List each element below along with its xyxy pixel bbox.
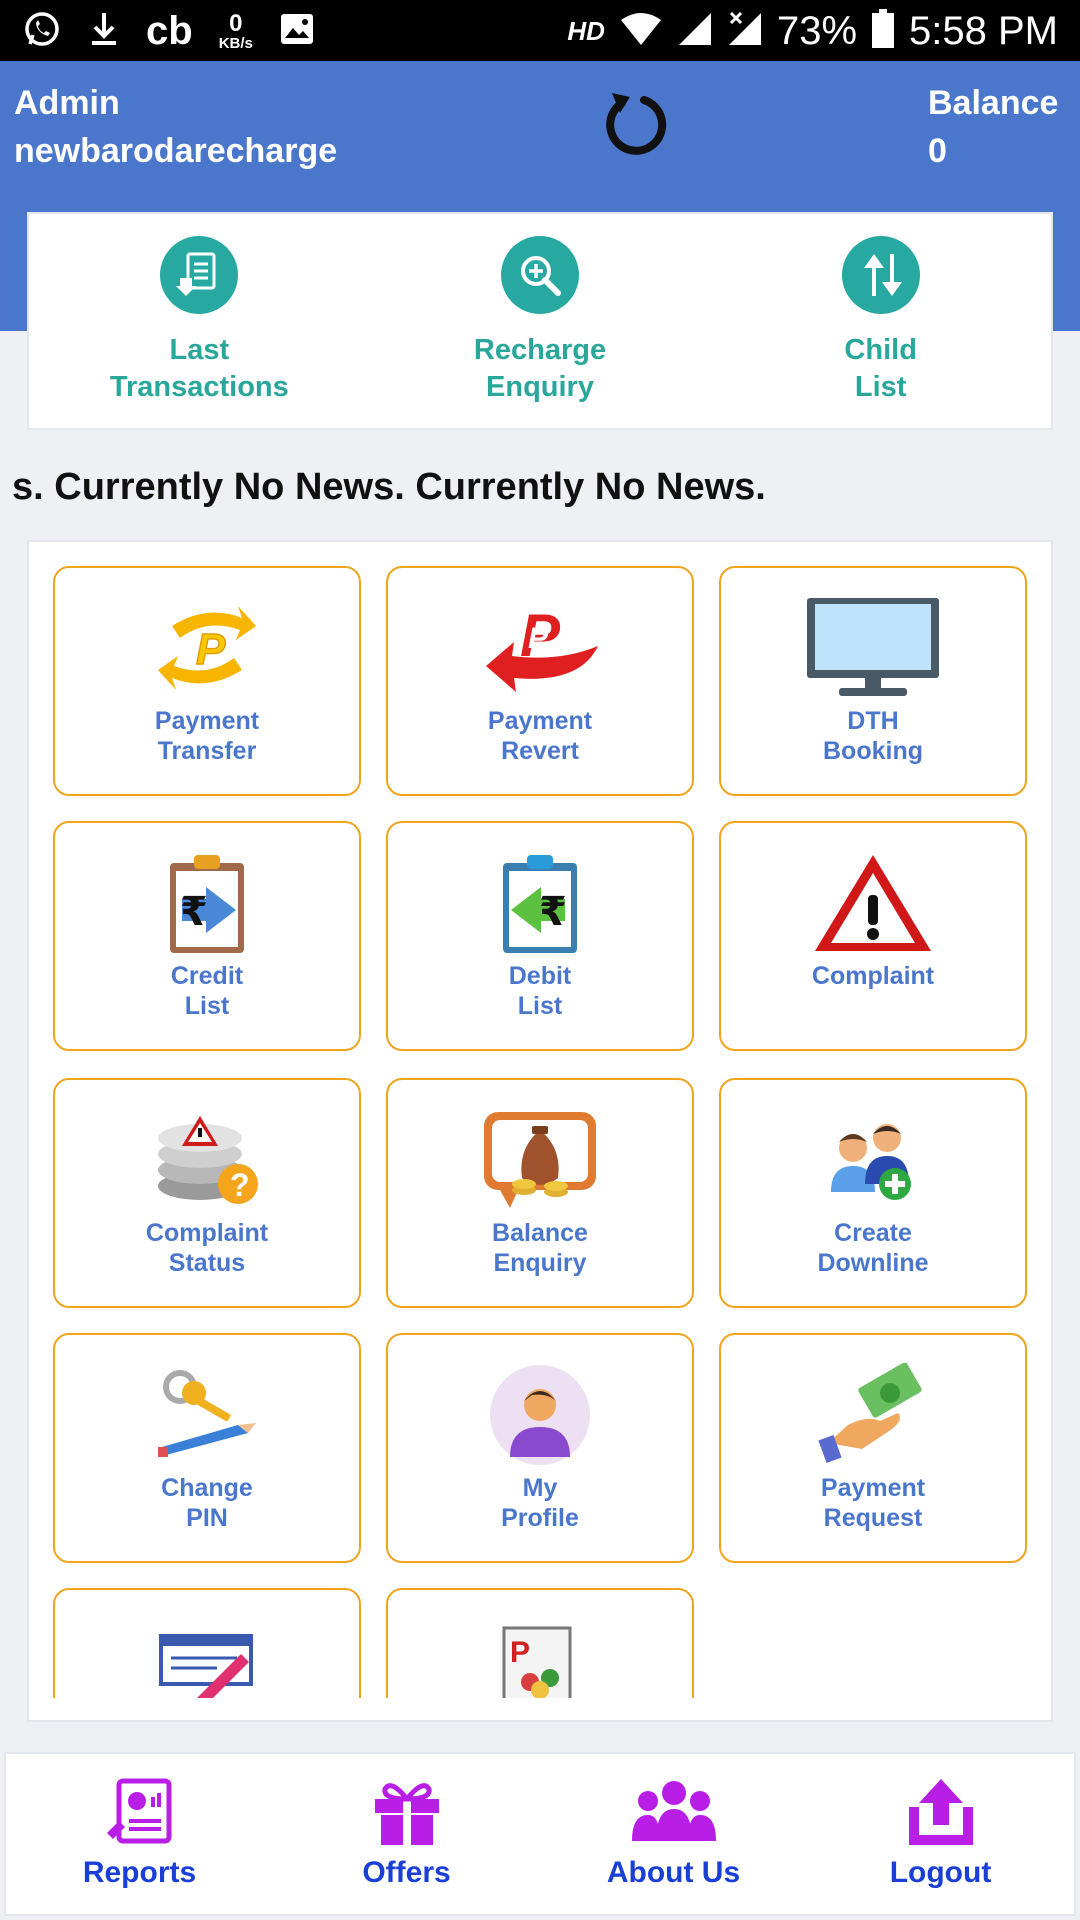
child-list-button[interactable]: Child List <box>710 214 1051 428</box>
user-role: Admin <box>14 84 120 122</box>
recharge-enquiry-button[interactable]: Recharge Enquiry <box>370 214 711 428</box>
tile-label: My Profile <box>501 1474 579 1532</box>
svg-text:P: P <box>196 625 226 674</box>
speed-unit: KB/s <box>218 34 253 52</box>
balance-value: 0 <box>928 132 947 170</box>
cheque-pen-icon <box>137 1618 277 1698</box>
cb-icon: cb <box>146 8 193 53</box>
add-users-icon <box>803 1108 943 1212</box>
hand-cash-icon <box>803 1363 943 1467</box>
tile-label: Complaint <box>811 962 935 990</box>
gift-icon <box>365 1774 449 1850</box>
credit-list-tile[interactable]: ₹ Credit List <box>53 821 361 1051</box>
nav-label: About Us <box>606 1856 741 1889</box>
refresh-button[interactable] <box>598 87 670 159</box>
payment-users-tile[interactable]: P <box>386 1588 694 1698</box>
tile-label: Payment Request <box>820 1474 926 1532</box>
nav-label: Reports <box>82 1856 197 1889</box>
battery-percent: 73% <box>776 8 858 53</box>
speed-value: 0 <box>229 9 243 37</box>
payment-revert-tile[interactable]: PP Payment Revert <box>386 566 694 796</box>
payment-revert-icon: PP <box>470 596 610 700</box>
up-down-arrows-icon <box>841 236 920 314</box>
svg-text:₹: ₹ <box>180 889 208 935</box>
svg-text:P: P <box>510 1636 530 1669</box>
tile-label: Balance Enquiry <box>492 1219 588 1277</box>
nav-label: Offers <box>362 1856 451 1889</box>
upload-icon <box>899 1774 983 1850</box>
report-icon <box>98 1774 182 1850</box>
create-downline-tile[interactable]: Create Downline <box>719 1078 1027 1308</box>
svg-text:?: ? <box>230 1167 250 1203</box>
news-text: s. Currently No News. Currently No News. <box>12 466 766 508</box>
services-grid: P Payment Transfer PP Payment Revert DTH Bo… <box>27 540 1053 1722</box>
quick-action-label: Recharge Enquiry <box>473 334 607 403</box>
my-profile-tile[interactable]: My Profile <box>386 1333 694 1563</box>
signal-no-data-icon <box>727 11 763 52</box>
monitor-icon <box>803 596 943 700</box>
payment-users-icon: P <box>470 1618 610 1698</box>
tile-label: Complaint Status <box>145 1219 269 1277</box>
quick-action-label: Last Transactions <box>109 334 289 403</box>
complaint-tile[interactable]: Complaint <box>719 821 1027 1051</box>
nav-offers[interactable]: Offers <box>273 1754 540 1914</box>
clock: 5:58 PM <box>909 8 1058 53</box>
payment-request-tile[interactable]: Payment Request <box>719 1333 1027 1563</box>
debit-list-tile[interactable]: ₹ Debit List <box>386 821 694 1051</box>
debit-clipboard-icon: ₹ <box>470 851 610 955</box>
nav-label: Logout <box>889 1856 992 1889</box>
complaint-status-tile[interactable]: ? Complaint Status <box>53 1078 361 1308</box>
nav-logout[interactable]: Logout <box>807 1754 1074 1914</box>
balance-info: Balance 0 <box>928 79 1068 175</box>
svg-text:P: P <box>528 622 549 655</box>
money-bag-icon <box>470 1108 610 1212</box>
news-marquee: s. Currently No News. Currently No News. <box>0 462 1080 514</box>
tile-label: Change PIN <box>161 1474 253 1532</box>
user-avatar-icon <box>470 1363 610 1467</box>
bottom-navigation: Reports Offers About Us Logout <box>4 1752 1076 1916</box>
network-type: HD <box>567 15 605 46</box>
cheque-tile[interactable] <box>53 1588 361 1698</box>
refresh-icon <box>606 93 667 155</box>
warning-icon <box>803 851 943 955</box>
payment-transfer-tile[interactable]: P Payment Transfer <box>53 566 361 796</box>
coin-stack-warning-icon: ? <box>137 1108 277 1212</box>
battery-icon <box>871 8 895 54</box>
status-bar: cb 0 KB/s HD 73% 5:58 PM <box>0 0 1080 61</box>
signal-icon <box>677 11 713 52</box>
payment-transfer-icon: P <box>137 596 277 700</box>
dth-booking-tile[interactable]: DTH Booking <box>719 566 1027 796</box>
document-download-icon <box>160 236 239 314</box>
user-name: newbarodarecharge <box>14 132 338 170</box>
quick-action-label: Child List <box>844 334 917 403</box>
tile-label: Debit List <box>508 962 572 1020</box>
whatsapp-icon <box>22 9 62 54</box>
nav-about-us[interactable]: About Us <box>540 1754 807 1914</box>
balance-enquiry-tile[interactable]: Balance Enquiry <box>386 1078 694 1308</box>
data-speed-icon: 0 KB/s <box>218 9 253 52</box>
group-icon <box>631 1774 716 1850</box>
download-icon <box>88 9 120 54</box>
tile-label: Payment Revert <box>487 707 593 765</box>
last-transactions-button[interactable]: Last Transactions <box>29 214 370 428</box>
tile-label: Payment Transfer <box>154 707 260 765</box>
wifi-icon <box>619 12 663 51</box>
tile-label: Credit List <box>170 962 244 1020</box>
user-info: Admin newbarodarecharge <box>14 79 337 175</box>
tile-label: Create Downline <box>817 1219 929 1277</box>
svg-text:₹: ₹ <box>539 889 567 935</box>
tile-label: DTH Booking <box>823 707 923 765</box>
quick-actions-card: Last Transactions Recharge Enquiry Child Li… <box>27 212 1053 430</box>
keys-pencil-icon <box>137 1363 277 1467</box>
credit-clipboard-icon: ₹ <box>137 851 277 955</box>
magnify-plus-icon <box>501 236 579 314</box>
balance-label: Balance <box>928 84 1059 122</box>
image-icon <box>279 12 315 51</box>
nav-reports[interactable]: Reports <box>6 1754 273 1914</box>
change-pin-tile[interactable]: Change PIN <box>53 1333 361 1563</box>
